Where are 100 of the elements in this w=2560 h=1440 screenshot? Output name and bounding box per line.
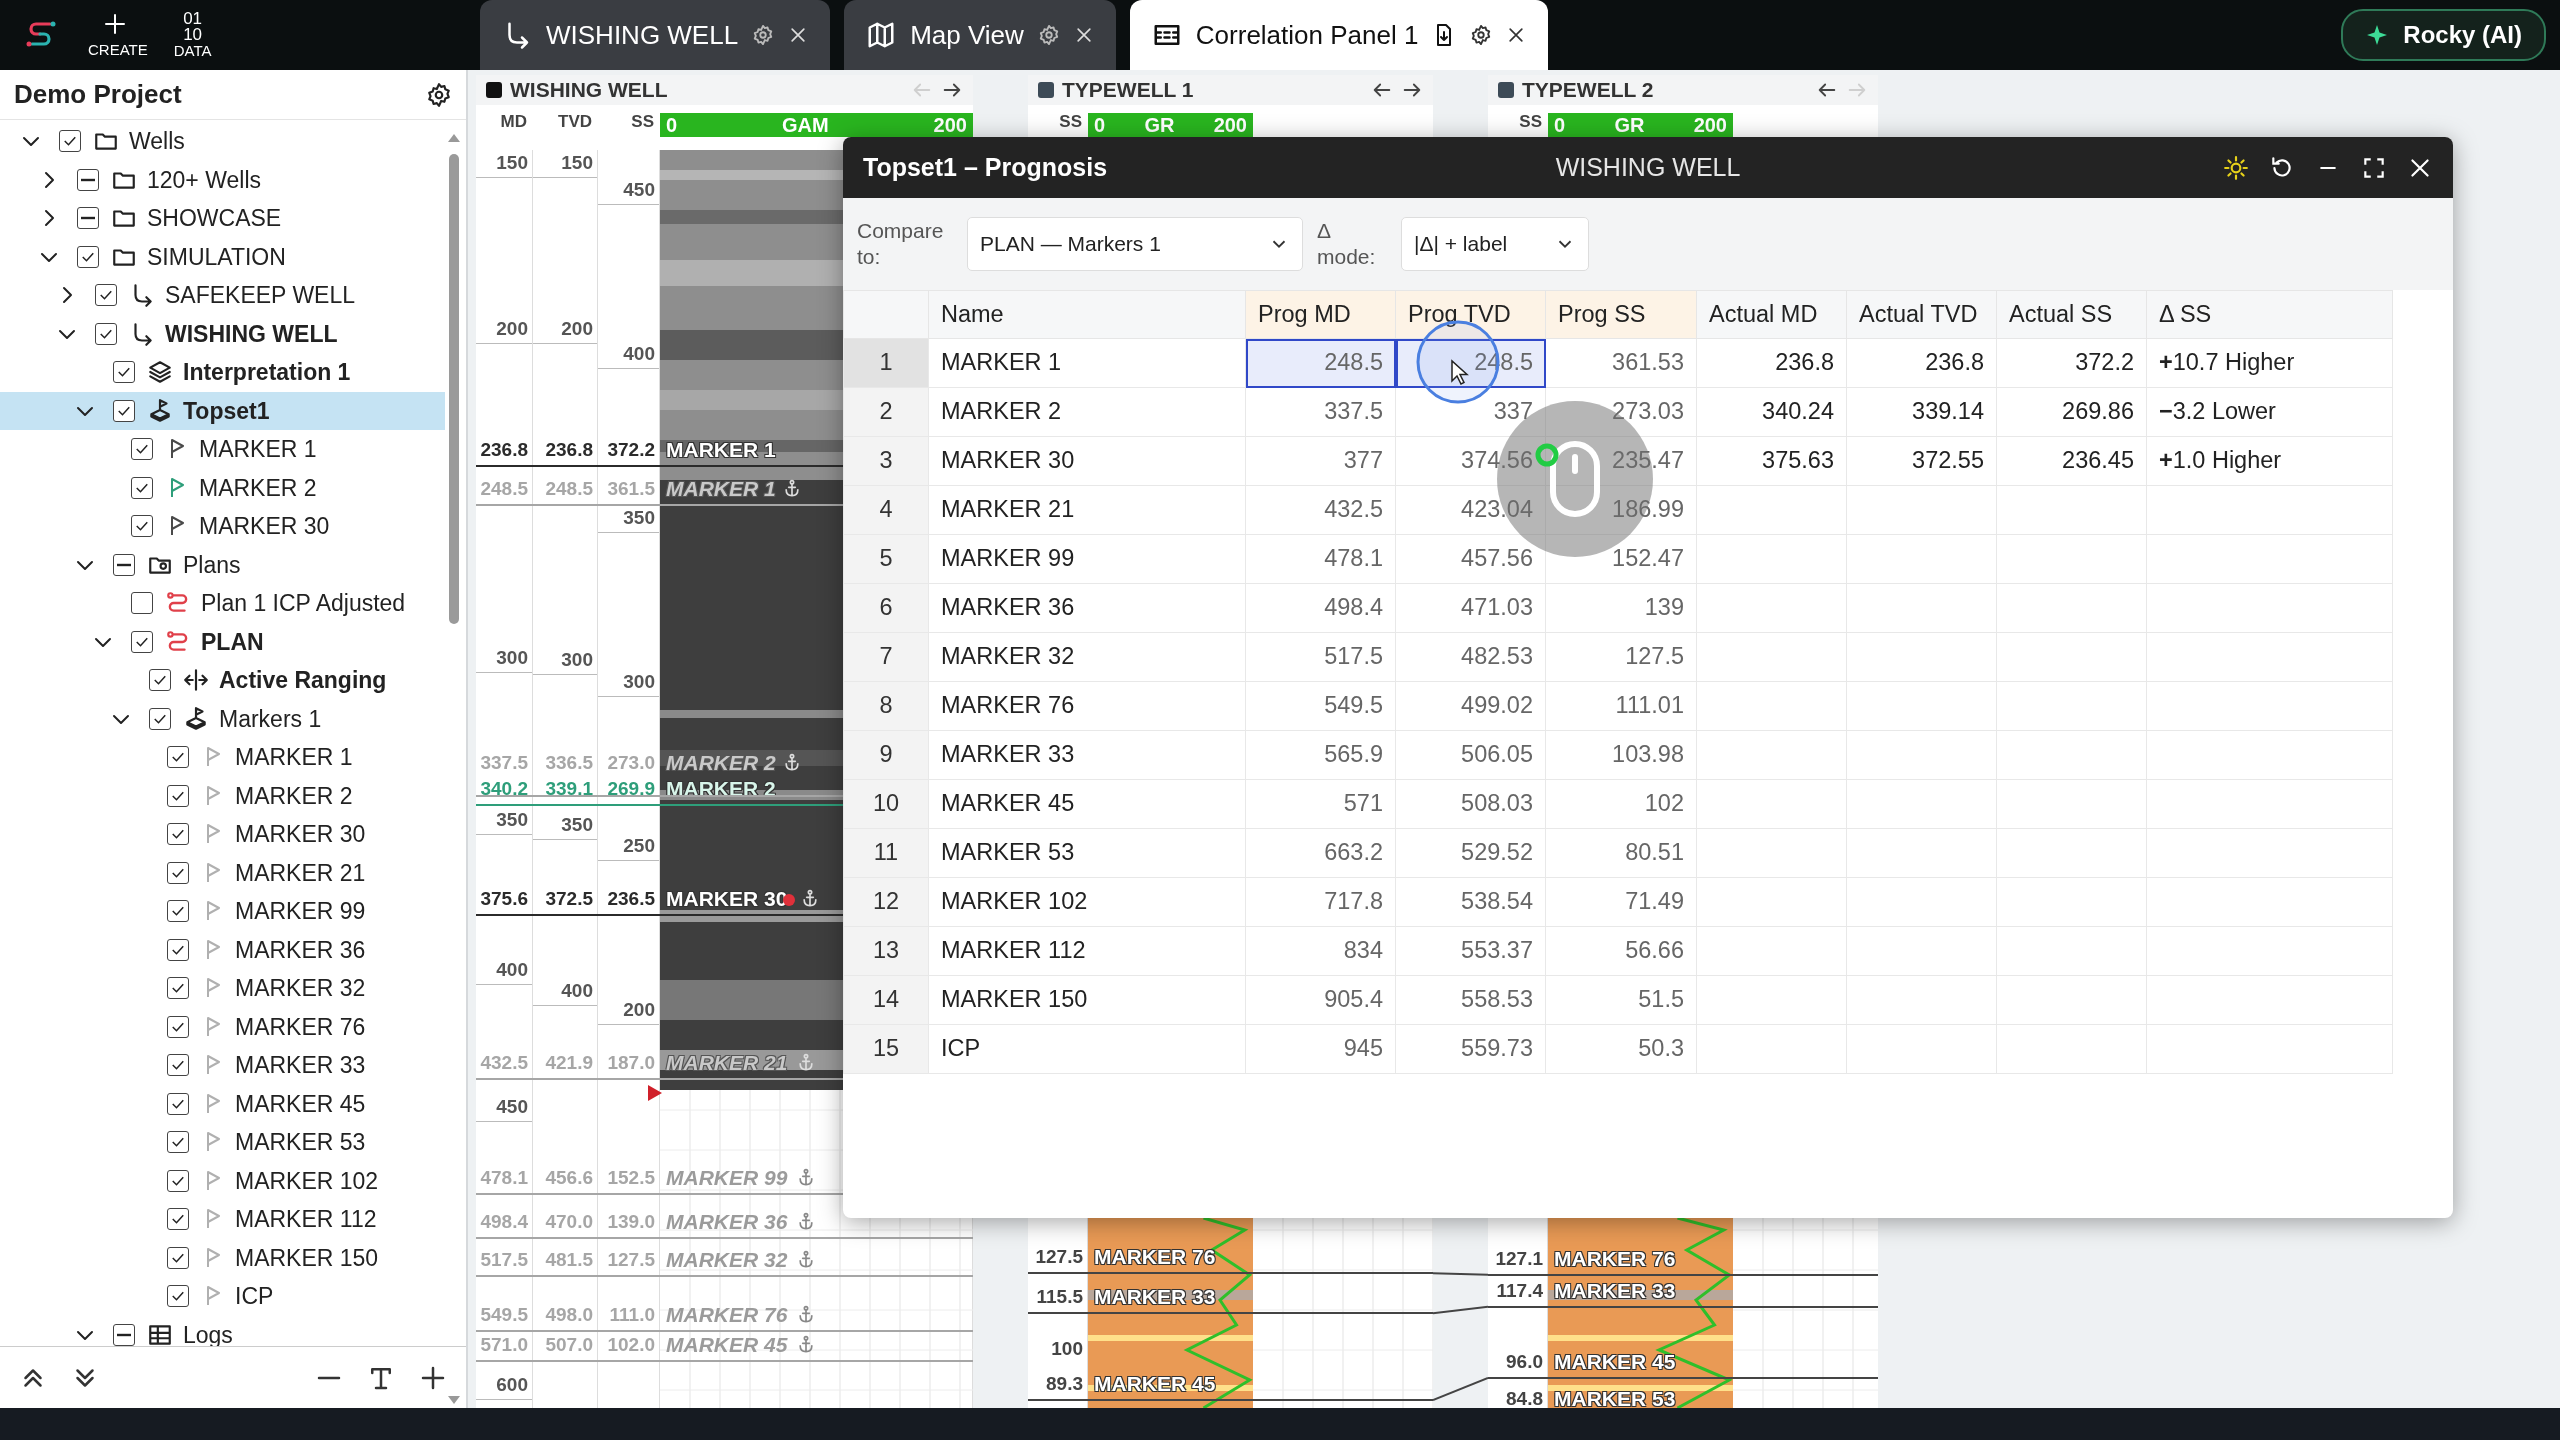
tree-row[interactable]: MARKER 102 xyxy=(0,1161,445,1200)
checkbox[interactable] xyxy=(167,1285,189,1308)
tree-row[interactable]: Interpretation 1 xyxy=(0,353,445,392)
tree-row[interactable]: SIMULATION xyxy=(0,237,445,276)
row-number[interactable]: 4 xyxy=(843,485,929,535)
column-header[interactable]: Actual SS xyxy=(1996,290,2147,339)
row-number[interactable]: 11 xyxy=(843,828,929,878)
mode-select[interactable]: |Δ| + label xyxy=(1401,217,1589,271)
checkbox[interactable] xyxy=(167,1208,189,1231)
table-cell: 517.5 xyxy=(1245,632,1396,682)
tree-row[interactable]: MARKER 99 xyxy=(0,892,445,931)
tree-row[interactable]: Plan 1 ICP Adjusted xyxy=(0,584,445,623)
row-number[interactable]: 5 xyxy=(843,534,929,584)
tree-row[interactable]: MARKER 30 xyxy=(0,815,445,854)
settings-icon[interactable] xyxy=(426,81,452,108)
checkbox[interactable] xyxy=(167,1246,189,1269)
checkbox[interactable] xyxy=(167,1169,189,1192)
row-number[interactable]: 9 xyxy=(843,730,929,780)
tree-row[interactable]: MARKER 21 xyxy=(0,853,445,892)
tree-row[interactable]: WISHING WELL xyxy=(0,314,445,353)
tree-row[interactable]: MARKER 30 xyxy=(0,507,445,546)
tree-row[interactable]: MARKER 76 xyxy=(0,1007,445,1046)
checkbox[interactable] xyxy=(113,361,135,384)
column-header[interactable]: Actual MD xyxy=(1696,290,1847,339)
checkbox[interactable] xyxy=(77,207,99,230)
column-header[interactable]: Prog MD xyxy=(1245,290,1396,339)
tree-row[interactable]: MARKER 2 xyxy=(0,776,445,815)
track-title: WISHING WELL xyxy=(510,77,668,104)
row-number[interactable]: 8 xyxy=(843,681,929,731)
column-header[interactable]: Prog TVD xyxy=(1395,290,1546,339)
workspace-tab[interactable]: Correlation Panel 1 xyxy=(1129,0,1549,70)
tree-row[interactable]: Topset1 xyxy=(0,391,445,430)
checkbox[interactable] xyxy=(77,245,99,268)
row-number[interactable]: 1 xyxy=(843,338,929,388)
row-number[interactable]: 6 xyxy=(843,583,929,633)
column-header[interactable]: Prog SS xyxy=(1545,290,1697,339)
checkbox[interactable] xyxy=(167,900,189,923)
checkbox[interactable] xyxy=(131,438,153,461)
depth-label: 150 xyxy=(496,151,528,175)
tree-row[interactable]: MARKER 2 xyxy=(0,468,445,507)
checkbox[interactable] xyxy=(149,669,171,692)
tree-row[interactable]: Plans xyxy=(0,545,445,584)
workspace-tab[interactable]: WISHING WELL xyxy=(480,0,831,70)
checkbox[interactable] xyxy=(131,630,153,653)
checkbox[interactable] xyxy=(95,284,117,307)
row-number[interactable]: 3 xyxy=(843,436,929,486)
data-button[interactable]: 01 10 DATA xyxy=(173,10,212,60)
checkbox[interactable] xyxy=(113,399,135,422)
checkbox[interactable] xyxy=(167,1054,189,1077)
tree-row[interactable]: SAFEKEEP WELL xyxy=(0,276,445,315)
tree-row[interactable]: SHOWCASE xyxy=(0,199,445,238)
checkbox[interactable] xyxy=(113,1323,135,1346)
column-header[interactable]: Actual TVD xyxy=(1846,290,1997,339)
row-number[interactable]: 7 xyxy=(843,632,929,682)
workspace-tab[interactable]: Map View xyxy=(844,0,1116,70)
tree-row[interactable]: Wells xyxy=(0,122,445,161)
checkbox[interactable] xyxy=(131,476,153,499)
brightness-icon[interactable] xyxy=(2223,154,2249,181)
checkbox[interactable] xyxy=(167,1092,189,1115)
checkbox[interactable] xyxy=(95,322,117,345)
checkbox[interactable] xyxy=(131,515,153,538)
checkbox[interactable] xyxy=(167,784,189,807)
tree-row[interactable]: MARKER 150 xyxy=(0,1238,445,1277)
tree-row[interactable]: MARKER 45 xyxy=(0,1084,445,1123)
row-number[interactable]: 14 xyxy=(843,975,929,1025)
row-number[interactable]: 10 xyxy=(843,779,929,829)
table-cell: 337.5 xyxy=(1245,387,1396,437)
row-number[interactable]: 2 xyxy=(843,387,929,437)
tree-row[interactable]: Active Ranging xyxy=(0,661,445,700)
checkbox[interactable] xyxy=(167,977,189,1000)
checkbox[interactable] xyxy=(77,168,99,191)
checkbox[interactable] xyxy=(149,707,171,730)
checkbox[interactable] xyxy=(167,1131,189,1154)
checkbox[interactable] xyxy=(167,938,189,961)
checkbox[interactable] xyxy=(167,823,189,846)
checkbox[interactable] xyxy=(167,861,189,884)
checkbox[interactable] xyxy=(167,746,189,769)
tree-row[interactable]: 120+ Wells xyxy=(0,160,445,199)
row-number[interactable]: 12 xyxy=(843,877,929,927)
tree-row[interactable]: MARKER 112 xyxy=(0,1200,445,1239)
tree-row[interactable]: MARKER 33 xyxy=(0,1046,445,1085)
row-number[interactable]: 15 xyxy=(843,1024,929,1074)
row-number[interactable]: 13 xyxy=(843,926,929,976)
checkbox[interactable] xyxy=(131,592,153,615)
create-button[interactable]: CREATE xyxy=(88,11,148,59)
tree-row[interactable]: MARKER 36 xyxy=(0,930,445,969)
checkbox[interactable] xyxy=(167,1015,189,1038)
compare-select[interactable]: PLAN — Markers 1 xyxy=(967,217,1303,271)
tree-row[interactable]: MARKER 1 xyxy=(0,738,445,777)
checkbox[interactable] xyxy=(113,553,135,576)
tree-row[interactable]: MARKER 53 xyxy=(0,1123,445,1162)
checkbox[interactable] xyxy=(59,130,81,153)
assistant-button[interactable]: Rocky (AI) xyxy=(2341,9,2546,61)
tree-row[interactable]: MARKER 32 xyxy=(0,969,445,1008)
tree-row[interactable]: ICP xyxy=(0,1277,445,1316)
tree-row[interactable]: PLAN xyxy=(0,622,445,661)
column-header[interactable]: Δ SS xyxy=(2146,290,2393,339)
tree-row[interactable]: Markers 1 xyxy=(0,699,445,738)
tree-row[interactable]: MARKER 1 xyxy=(0,430,445,469)
column-header[interactable]: Name xyxy=(928,290,1246,339)
